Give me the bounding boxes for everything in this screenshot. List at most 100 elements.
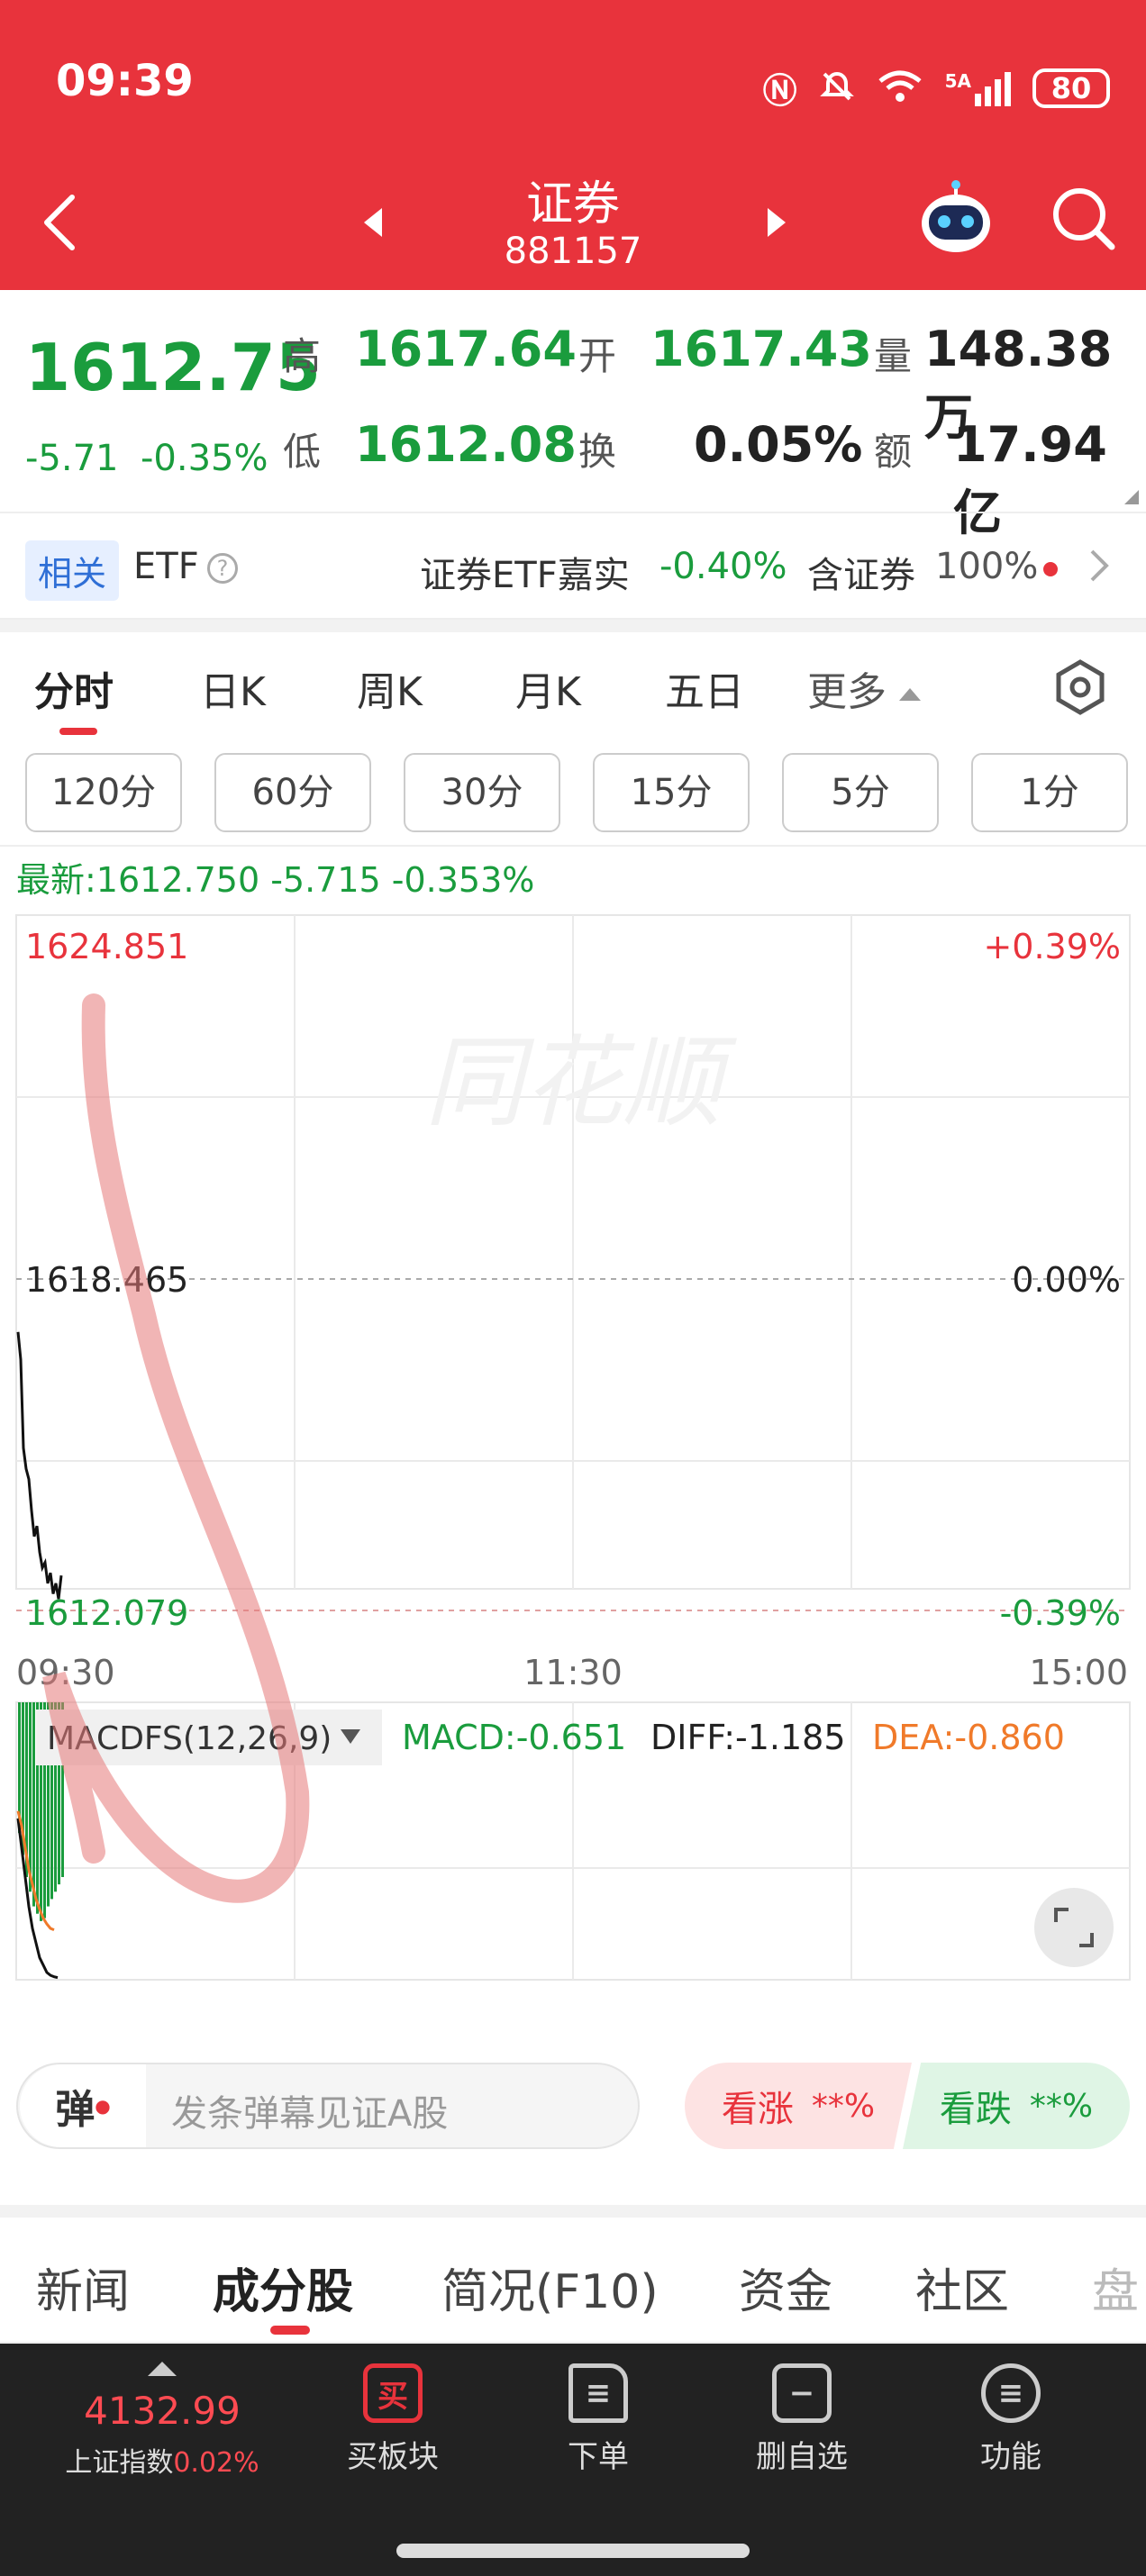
range-1m-button[interactable]: 1分 (971, 753, 1128, 832)
related-etf-row[interactable]: 相关 ETF ? 证券ETF嘉实 -0.40% 含证券 100% (0, 512, 1146, 620)
volume-label: 量 (874, 334, 913, 378)
tab-five-day[interactable]: 五日 (665, 659, 744, 717)
tab-news[interactable]: 新闻 (36, 2254, 130, 2321)
section-divider-2 (0, 2205, 1146, 2218)
range-5m-button[interactable]: 5分 (782, 753, 939, 832)
fullscreen-icon[interactable] (1034, 1888, 1114, 1967)
turnover-value: 0.05% (694, 416, 863, 473)
danmu-bar: 弹 ● 发条弹幕见证A股 看涨 **% 看跌 **% (0, 2036, 1146, 2180)
minute-range-buttons: 120分 60分 30分 15分 5分 1分 (0, 740, 1146, 847)
buy-icon: 买 (363, 2363, 423, 2423)
tab-more-cut[interactable]: 盘 (1092, 2254, 1139, 2321)
amount-label: 额 (874, 430, 913, 474)
related-tag: 相关 (25, 540, 120, 601)
high-value: 1617.64 (355, 321, 577, 377)
status-bar: 09:39 Ⓝ 5A 80 (0, 0, 1146, 171)
danmu-icon-label: 弹 (55, 2087, 96, 2133)
x-label-close: 15:00 (1029, 1653, 1128, 1692)
remove-watchlist-button[interactable]: − 删自选 (721, 2363, 883, 2476)
range-60m-button[interactable]: 60分 (214, 753, 371, 832)
intraday-chart[interactable]: 最新:1612.750 -5.715 -0.353% 同花顺 1624.851 … (0, 847, 1146, 2036)
bearish-label: 看跌 (939, 2089, 1012, 2130)
intraday-chart-area[interactable]: 最新:1612.750 -5.715 -0.353% 同花顺 1624.851 … (0, 847, 1146, 2036)
chart-latest-readout: 最新:1612.750 -5.715 -0.353% (16, 860, 534, 900)
tab-monthly-k[interactable]: 月K (515, 659, 581, 717)
buy-icon-label: 买 (377, 2378, 408, 2415)
low-value: 1612.08 (355, 416, 577, 473)
info-tabs: 新闻 成分股 简况(F10) 资金 社区 盘 (0, 2218, 1146, 2344)
chart-settings-icon[interactable] (1050, 658, 1110, 721)
functions-button[interactable]: ≡ 功能 (930, 2363, 1092, 2476)
battery-icon: 80 (1032, 68, 1110, 108)
quote-panel: 1612.75 -5.71 -0.35% 高 1617.64 开 1617.43… (0, 290, 1146, 541)
network-type-label: 5A (944, 69, 971, 92)
dea-value: DEA:-0.860 (872, 1718, 1065, 1757)
open-label: 开 (578, 334, 617, 378)
y-label-low: 1612.079 (25, 1593, 188, 1633)
price-series-line (16, 1331, 63, 1600)
range-30m-button[interactable]: 30分 (404, 753, 560, 832)
index-name: 上证指数 (65, 2447, 174, 2479)
help-icon[interactable]: ? (207, 553, 238, 584)
remove-watchlist-label: 删自选 (756, 2439, 848, 2475)
danmu-placeholder: 发条弹幕见证A股 (171, 2093, 449, 2135)
macd-bar (32, 1702, 35, 1907)
y-pct-low: -0.39% (1000, 1593, 1121, 1633)
bullish-button[interactable]: 看涨 **% (685, 2063, 912, 2149)
bearish-value: **% (1029, 2087, 1094, 2125)
y-pct-mid: 0.00% (1012, 1260, 1121, 1300)
tab-funds[interactable]: 资金 (739, 2254, 832, 2321)
contain-label: 含证券 (807, 555, 915, 596)
bullish-label: 看涨 (721, 2089, 794, 2130)
diff-value: DIFF:-1.185 (650, 1718, 846, 1757)
index-value: 4132.99 (84, 2389, 241, 2433)
y-label-mid: 1618.465 (25, 1260, 188, 1300)
bullish-value: **% (811, 2087, 876, 2125)
tab-community[interactable]: 社区 (915, 2254, 1009, 2321)
chevron-right-icon[interactable] (1088, 548, 1110, 587)
x-label-midday: 11:30 (523, 1653, 623, 1692)
tab-more[interactable]: 更多 (807, 659, 921, 717)
tab-profile-f10[interactable]: 简况(F10) (441, 2254, 659, 2321)
robot-assistant-icon[interactable] (914, 177, 998, 261)
home-indicator[interactable] (396, 2544, 750, 2558)
bottom-action-bar: 4132.99 上证指数0.02% 买 买板块 ≡ 下单 − 删自选 ≡ 功能 (0, 2344, 1146, 2576)
danmu-input[interactable]: 弹 ● 发条弹幕见证A股 (16, 2063, 640, 2149)
tab-constituents[interactable]: 成分股 (213, 2254, 353, 2321)
tab-daily-k[interactable]: 日K (200, 659, 266, 717)
range-120m-button[interactable]: 120分 (25, 753, 182, 832)
last-price: 1612.75 (25, 330, 321, 405)
etf-change: -0.40% (659, 546, 787, 587)
macd-value: MACD:-0.651 (402, 1718, 626, 1757)
active-tab-indicator (59, 728, 97, 735)
tab-weekly-k[interactable]: 周K (357, 659, 423, 717)
high-label: 高 (283, 334, 322, 378)
macd-bar (29, 1702, 32, 1892)
nfc-icon: Ⓝ (762, 71, 797, 111)
expand-corner-icon[interactable] (1124, 490, 1139, 504)
etf-label: ETF (133, 546, 199, 587)
next-stock-button[interactable] (759, 200, 795, 245)
section-divider (0, 620, 1146, 632)
index-ticker[interactable]: 4132.99 上证指数0.02% (54, 2362, 270, 2480)
range-15m-button[interactable]: 15分 (593, 753, 750, 832)
watermark: 同花顺 (424, 1025, 737, 1140)
wifi-icon (877, 68, 923, 108)
contain-pct: 100% (935, 546, 1039, 587)
minus-box-icon: − (772, 2363, 832, 2423)
status-icons: Ⓝ 5A 80 (763, 63, 1110, 113)
etf-name: 证券ETF嘉实 (420, 555, 630, 596)
menu-circle-icon: ≡ (981, 2363, 1041, 2423)
buy-sector-button[interactable]: 买 买板块 (312, 2363, 474, 2476)
tab-intraday[interactable]: 分时 (34, 659, 114, 717)
price-change-pct: -0.35% (141, 438, 268, 479)
search-icon[interactable] (1045, 180, 1121, 256)
signal-icon: 5A (945, 70, 1011, 106)
index-change: 0.02% (173, 2447, 259, 2479)
bearish-button[interactable]: 看跌 **% (903, 2063, 1130, 2149)
caret-up-icon (899, 688, 921, 701)
info-tab-indicator (270, 2326, 310, 2335)
place-order-button[interactable]: ≡ 下单 (517, 2363, 679, 2476)
danmu-icon[interactable]: 弹 ● (20, 2064, 146, 2147)
buy-sector-label: 买板块 (347, 2439, 439, 2475)
